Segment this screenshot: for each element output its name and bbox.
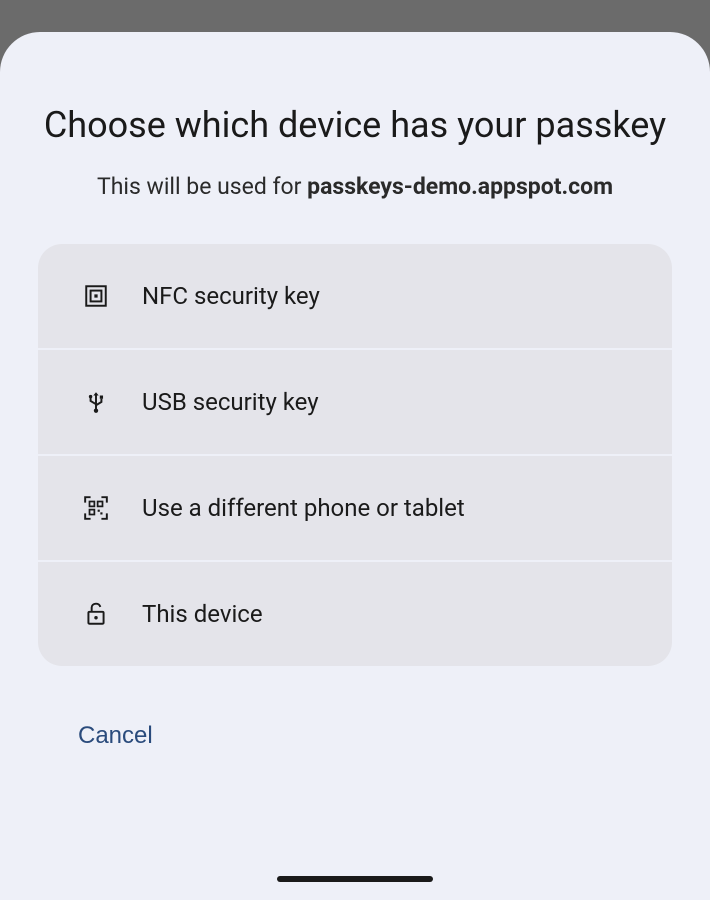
usb-icon [82, 388, 110, 416]
qr-code-icon [82, 494, 110, 522]
option-label: This device [142, 600, 263, 628]
cancel-button[interactable]: Cancel [78, 722, 153, 750]
device-picker-sheet: Choose which device has your passkey Thi… [0, 32, 710, 900]
sheet-title: Choose which device has your passkey [38, 102, 672, 149]
sheet-subtitle: This will be used for passkeys-demo.apps… [38, 173, 672, 200]
option-different-phone-tablet[interactable]: Use a different phone or tablet [38, 456, 672, 562]
option-nfc-security-key[interactable]: NFC security key [38, 244, 672, 350]
option-label: USB security key [142, 388, 319, 416]
option-this-device[interactable]: This device [38, 562, 672, 666]
device-option-list: NFC security key USB security key [38, 244, 672, 666]
option-label: Use a different phone or tablet [142, 494, 465, 522]
subtitle-domain: passkeys-demo.appspot.com [307, 173, 613, 200]
nfc-icon [82, 282, 110, 310]
option-label: NFC security key [142, 282, 320, 310]
gesture-handle[interactable] [277, 876, 433, 882]
option-usb-security-key[interactable]: USB security key [38, 350, 672, 456]
subtitle-prefix: This will be used for [97, 173, 307, 200]
unlock-icon [82, 600, 110, 628]
